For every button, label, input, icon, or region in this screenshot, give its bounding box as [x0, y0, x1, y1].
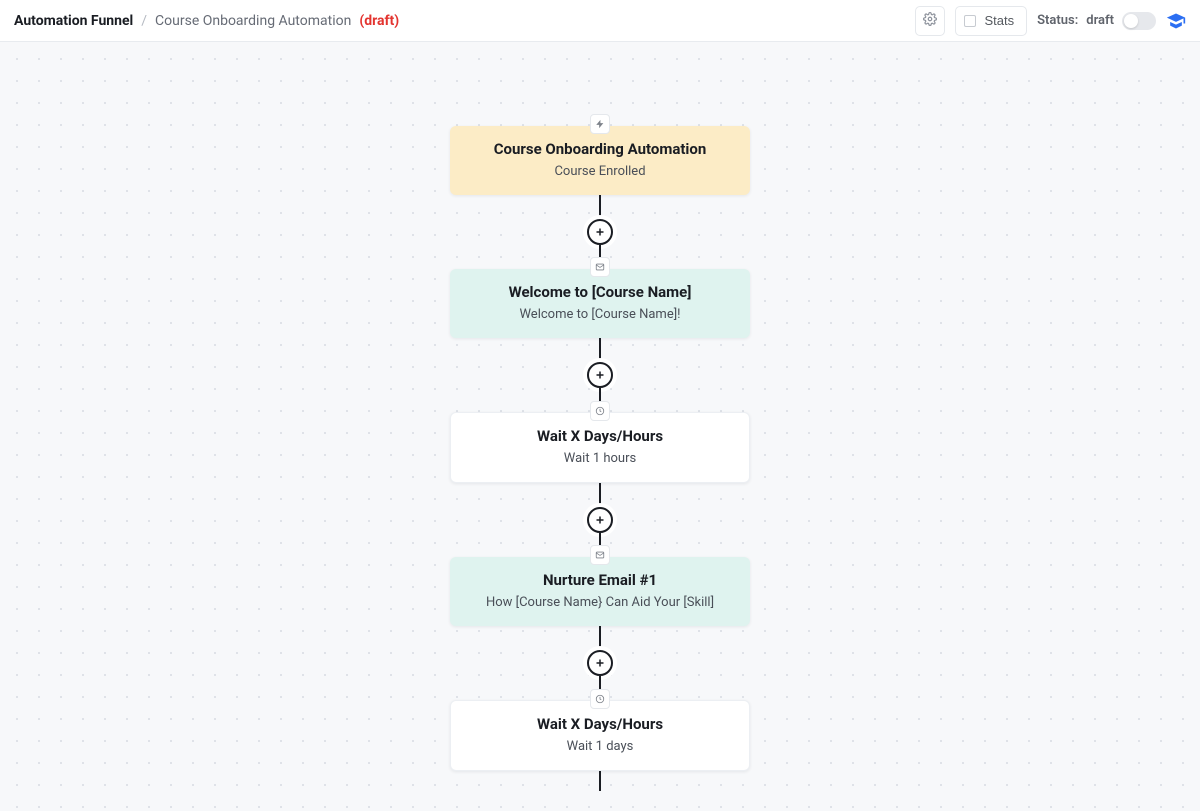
- graduation-cap-icon[interactable]: [1166, 11, 1186, 31]
- node-subtitle: Welcome to [Course Name]!: [468, 307, 732, 322]
- clock-icon: [590, 689, 610, 709]
- status-indicator: Status: draft: [1037, 12, 1156, 30]
- breadcrumb-separator: /: [141, 13, 147, 29]
- connector-line: [599, 338, 601, 362]
- node-title: Nurture Email #1: [468, 571, 732, 589]
- bolt-icon: [590, 114, 610, 134]
- flow-canvas[interactable]: Course Onboarding Automation Course Enro…: [0, 42, 1200, 811]
- connector-line: [599, 195, 601, 219]
- top-bar: Automation Funnel / Course Onboarding Au…: [0, 0, 1200, 42]
- connector-line: [599, 771, 601, 791]
- stats-button[interactable]: Stats: [955, 6, 1027, 36]
- node-subtitle: Wait 1 hours: [469, 451, 731, 466]
- node-wait-2[interactable]: Wait X Days/Hours Wait 1 days: [450, 700, 750, 771]
- add-step-button[interactable]: [587, 362, 613, 388]
- breadcrumb-draft-label: (draft): [359, 13, 399, 29]
- breadcrumb-root[interactable]: Automation Funnel: [14, 13, 133, 29]
- node-subtitle: Wait 1 days: [469, 739, 731, 754]
- topbar-actions: Stats Status: draft: [915, 6, 1186, 36]
- add-step-button[interactable]: [587, 650, 613, 676]
- node-email-nurture-1[interactable]: Nurture Email #1 How [Course Name} Can A…: [450, 557, 750, 626]
- node-subtitle: How [Course Name} Can Aid Your [Skill]: [468, 595, 732, 610]
- connector-line: [599, 483, 601, 507]
- status-toggle[interactable]: [1122, 12, 1156, 30]
- status-prefix: Status:: [1037, 13, 1078, 28]
- breadcrumb-current: Course Onboarding Automation: [155, 13, 351, 29]
- node-title: Wait X Days/Hours: [469, 715, 731, 733]
- mail-icon: [590, 545, 610, 565]
- status-value: draft: [1086, 13, 1114, 28]
- stats-label: Stats: [984, 13, 1014, 28]
- settings-button[interactable]: [915, 6, 945, 36]
- node-wait-1[interactable]: Wait X Days/Hours Wait 1 hours: [450, 412, 750, 483]
- node-title: Welcome to [Course Name]: [468, 283, 732, 301]
- clock-icon: [590, 401, 610, 421]
- connector-line: [599, 626, 601, 650]
- flow-column: Course Onboarding Automation Course Enro…: [450, 126, 750, 791]
- node-title: Course Onboarding Automation: [468, 140, 732, 158]
- mail-icon: [590, 257, 610, 277]
- node-trigger[interactable]: Course Onboarding Automation Course Enro…: [450, 126, 750, 195]
- node-subtitle: Course Enrolled: [468, 164, 732, 179]
- node-title: Wait X Days/Hours: [469, 427, 731, 445]
- gear-icon: [923, 12, 937, 29]
- node-email-welcome[interactable]: Welcome to [Course Name] Welcome to [Cou…: [450, 269, 750, 338]
- add-step-button[interactable]: [587, 507, 613, 533]
- add-step-button[interactable]: [587, 219, 613, 245]
- breadcrumb: Automation Funnel / Course Onboarding Au…: [14, 13, 399, 29]
- checkbox-icon: [964, 15, 976, 27]
